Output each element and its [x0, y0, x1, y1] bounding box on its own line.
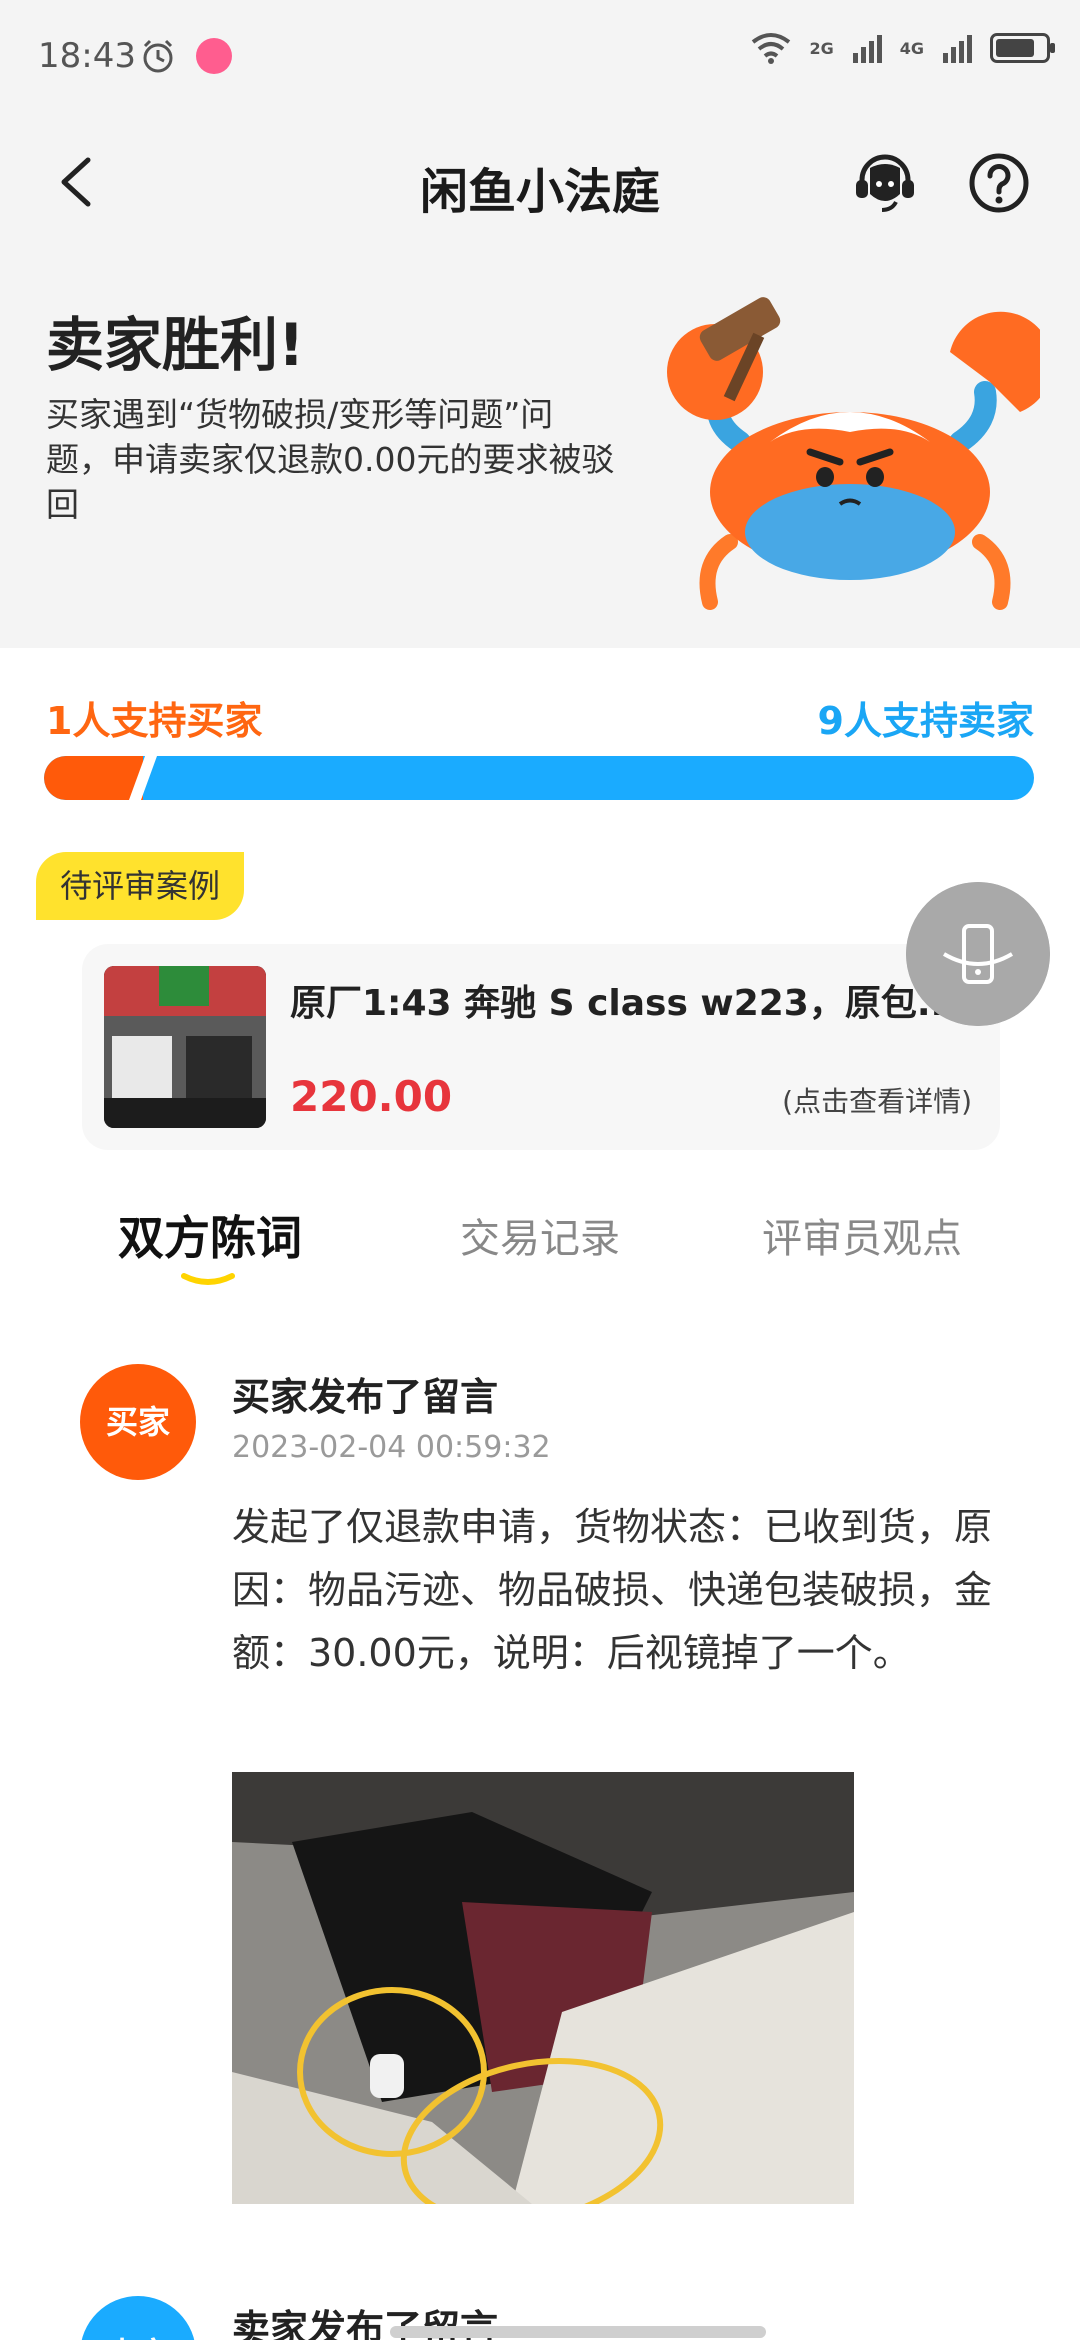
tab-statements[interactable]: 双方陈词 — [118, 1202, 302, 1268]
pending-case-tag: 待评审案例 — [36, 852, 245, 920]
wifi-icon — [752, 33, 791, 64]
floating-phone-rotate-button[interactable] — [906, 882, 1050, 1026]
tab-juror-opinions[interactable]: 评审员观点 — [762, 1206, 962, 1264]
help-question-icon[interactable] — [966, 150, 1032, 216]
home-indicator — [390, 2326, 766, 2338]
page-title: 闲鱼小法庭 — [419, 164, 660, 220]
active-tab-indicator — [181, 1273, 235, 1285]
header: 闲鱼小法庭 — [0, 112, 1080, 252]
message-title: 买家发布了留言 — [232, 1375, 499, 1419]
seller-avatar: 卖家 — [80, 2296, 196, 2340]
product-price: 220.00 — [290, 1072, 453, 1121]
verdict-title: 卖家胜利! — [46, 311, 305, 379]
message-item: 买家 买家发布了留言 2023-02-04 00:59:32 发起了仅退款申请，… — [80, 1364, 1000, 2244]
product-thumbnail — [104, 966, 266, 1128]
status-icons: 2G 4G — [751, 32, 1055, 64]
product-title: 原厂1:43 奔驰 S class w223，原包... — [290, 983, 958, 1024]
evidence-photo[interactable] — [232, 1772, 854, 2204]
pending-case-card[interactable]: 原厂1:43 奔驰 S class w223，原包... 220.00 (点击查… — [82, 944, 1000, 1150]
vote-ratio-bar — [44, 756, 1034, 800]
crab-judge-mascot — [667, 297, 1040, 610]
message-time: 2023-02-04 00:59:32 — [232, 1430, 551, 1465]
signal-icon — [943, 35, 972, 63]
status-bar: 18:43 2G 4G — [0, 0, 1080, 112]
verdict-banner: 卖家胜利! 买家遇到“货物破损/变形等问题”问题，申请卖家仅退款0.00元的要求… — [0, 252, 1080, 648]
battery-level — [996, 39, 1034, 57]
status-time: 18:43 — [38, 36, 136, 76]
seller-support-label: 9人支持卖家 — [817, 699, 1034, 743]
message-body: 发起了仅退款申请，货物状态：已收到货，原因：物品污迹、物品破损、快递包装破损，金… — [232, 1505, 993, 1675]
app-notification-icon — [196, 38, 232, 74]
network-4g-label: 4G — [899, 38, 924, 58]
buyer-avatar: 买家 — [80, 1364, 196, 1480]
support-counts: 1人支持买家 9人支持卖家 — [46, 690, 1034, 743]
buyer-vote-segment — [44, 756, 143, 800]
network-2g-label: 2G — [809, 38, 834, 58]
buyer-support-label: 1人支持买家 — [46, 699, 263, 743]
battery-icon — [990, 33, 1055, 63]
customer-service-icon[interactable] — [852, 150, 918, 216]
signal-icon — [852, 35, 882, 63]
view-details-link[interactable]: (点击查看详情) — [782, 1080, 972, 1120]
alarm-icon — [143, 39, 173, 73]
tab-transaction-records[interactable]: 交易记录 — [460, 1206, 620, 1264]
verdict-description: 买家遇到“货物破损/变形等问题”问题，申请卖家仅退款0.00元的要求被驳回 — [46, 395, 615, 524]
tab-bar: 双方陈词 交易记录 评审员观点 — [0, 1196, 1080, 1296]
